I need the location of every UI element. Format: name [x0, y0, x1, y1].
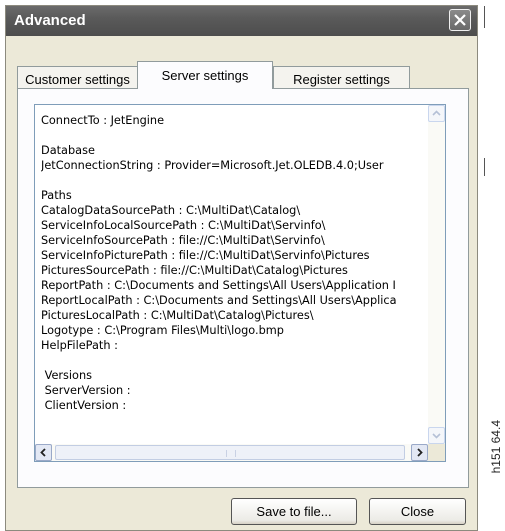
save-button-label: Save to file... — [256, 504, 332, 519]
settings-line: ReportPath : C:\Documents and Settings\A… — [41, 279, 396, 292]
save-to-file-button[interactable]: Save to file... — [231, 498, 357, 525]
settings-line: HelpFilePath : — [41, 339, 118, 352]
arrow-right-icon — [417, 448, 423, 457]
scroll-down-button[interactable] — [428, 427, 445, 444]
arrow-up-icon — [432, 110, 441, 116]
dialog-title: Advanced — [14, 12, 86, 29]
close-button-label: Close — [400, 504, 435, 519]
tab-label: Register settings — [293, 72, 390, 87]
arrow-down-icon — [432, 433, 441, 439]
edge-mark — [484, 158, 485, 176]
settings-line: Logotype : C:\Program Files\Multi\logo.b… — [41, 324, 284, 337]
settings-line: JetConnectionString : Provider=Microsoft… — [41, 159, 384, 172]
settings-line: ReportLocalPath : C:\Documents and Setti… — [41, 294, 397, 307]
close-button[interactable]: Close — [369, 498, 466, 525]
close-window-button[interactable] — [449, 9, 471, 31]
scroll-corner — [428, 444, 445, 461]
settings-line: ServiceInfoSourcePath : file://C:\MultiD… — [41, 234, 325, 247]
advanced-dialog: Advanced Customer settings Server settin… — [5, 5, 478, 531]
tab-label: Customer settings — [25, 72, 130, 87]
tab-label: Server settings — [161, 68, 249, 83]
arrow-left-icon — [40, 448, 46, 457]
settings-line: ConnectTo : JetEngine — [41, 114, 165, 127]
settings-line: Versions — [41, 369, 93, 382]
scroll-thumb[interactable] — [55, 445, 405, 460]
settings-line: ClientVersion : — [41, 399, 127, 412]
scroll-left-button[interactable] — [35, 444, 52, 461]
tab-customer-settings[interactable]: Customer settings — [17, 66, 138, 89]
server-settings-textbox[interactable]: ConnectTo : JetEngine Database JetConnect… — [34, 104, 446, 462]
scroll-right-button[interactable] — [411, 444, 428, 461]
settings-text: ConnectTo : JetEngine Database JetConnect… — [41, 113, 421, 413]
settings-line: Database — [41, 144, 95, 157]
title-bar[interactable]: Advanced — [6, 6, 477, 36]
vertical-scrollbar[interactable] — [428, 105, 445, 444]
settings-line: Paths — [41, 189, 72, 202]
tab-server-settings[interactable]: Server settings — [137, 61, 273, 89]
grip-icon — [226, 450, 236, 457]
settings-line: ServiceInfoLocalSourcePath : C:\MultiDat… — [41, 219, 326, 232]
server-settings-panel: ConnectTo : JetEngine Database JetConnect… — [17, 88, 469, 488]
close-icon — [454, 14, 466, 26]
figure-code-label: h151 64.4 — [489, 420, 503, 474]
settings-line: ServiceInfoPicturePath : file://C:\Multi… — [41, 249, 370, 262]
horizontal-scrollbar[interactable] — [35, 444, 445, 461]
settings-line: CatalogDataSourcePath : C:\MultiDat\Cata… — [41, 204, 301, 217]
tab-register-settings[interactable]: Register settings — [273, 66, 410, 89]
scroll-up-button[interactable] — [428, 105, 445, 122]
settings-line: PicturesLocalPath : C:\MultiDat\Catalog\… — [41, 309, 314, 322]
settings-line: ServerVersion : — [41, 384, 131, 397]
settings-line: PicturesSourcePath : file://C:\MultiDat\… — [41, 264, 348, 277]
edge-mark — [484, 6, 485, 28]
